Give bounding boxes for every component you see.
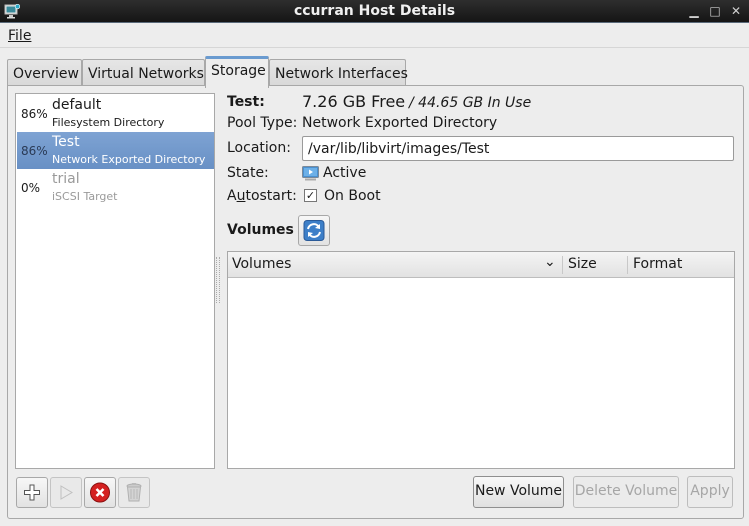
column-header-size[interactable]: Size: [568, 256, 597, 272]
location-label: Location:: [227, 140, 291, 156]
pool-item-trial[interactable]: 0% trial iSCSI Target: [17, 169, 214, 206]
maximize-icon: □: [709, 4, 721, 18]
pool-type: Network Exported Directory: [52, 153, 206, 166]
pool-type: Filesystem Directory: [52, 116, 165, 129]
state-active-icon: [302, 166, 319, 181]
pool-name: trial: [52, 171, 80, 187]
trash-icon: [126, 483, 142, 502]
tab-overview[interactable]: Overview: [7, 59, 82, 87]
state-value: Active: [323, 165, 367, 181]
close-icon: ✕: [730, 4, 742, 18]
maximize-button[interactable]: □: [707, 3, 723, 19]
delete-pool-button[interactable]: [118, 477, 150, 508]
apply-button[interactable]: Apply: [687, 476, 733, 508]
column-header-volumes[interactable]: Volumes: [232, 256, 291, 272]
menu-bar: File: [0, 24, 749, 48]
volumes-section-label: Volumes: [227, 222, 294, 238]
pool-list[interactable]: 86% default Filesystem Directory 86% Tes…: [15, 93, 215, 469]
pool-type-label: Pool Type:: [227, 115, 298, 131]
pool-name: Test: [52, 134, 80, 150]
state-label: State:: [227, 165, 269, 181]
volumes-table[interactable]: Volumes ⌄ Size Format: [227, 251, 735, 469]
add-pool-button[interactable]: [16, 477, 48, 508]
pool-usage-percent: 0%: [21, 181, 41, 195]
tab-storage[interactable]: Storage: [205, 56, 269, 88]
pool-item-default[interactable]: 86% default Filesystem Directory: [17, 95, 214, 132]
column-separator[interactable]: [562, 256, 563, 274]
refresh-volumes-button[interactable]: [298, 215, 330, 246]
start-pool-button[interactable]: [50, 477, 82, 508]
pool-in-use: / 44.65 GB In Use: [409, 95, 532, 111]
close-button[interactable]: ✕: [728, 3, 744, 19]
delete-volume-button[interactable]: Delete Volume: [573, 476, 679, 508]
stop-icon: [90, 482, 110, 503]
tab-virtual-networks[interactable]: Virtual Networks: [82, 59, 205, 87]
sort-chevron-down-icon: ⌄: [544, 254, 556, 270]
refresh-icon: [303, 220, 325, 241]
column-separator[interactable]: [627, 256, 628, 274]
autostart-checkbox[interactable]: ✓: [304, 189, 317, 202]
pool-name: default: [52, 97, 102, 113]
menu-file-label: File: [8, 28, 32, 44]
autostart-value: On Boot: [324, 188, 381, 204]
checkmark-icon: ✓: [305, 189, 316, 202]
autostart-label: Autostart:: [227, 188, 297, 204]
stop-pool-button[interactable]: [84, 477, 116, 508]
new-volume-label: New Volume: [474, 483, 563, 499]
pool-free-space: 7.26 GB Free: [302, 92, 406, 111]
apply-label: Apply: [690, 483, 730, 499]
pool-usage-percent: 86%: [21, 144, 48, 158]
column-header-format[interactable]: Format: [633, 256, 682, 272]
volumes-table-header: Volumes ⌄ Size Format: [228, 252, 734, 278]
tab-storage-label: Storage: [211, 63, 266, 79]
new-volume-button[interactable]: New Volume: [473, 476, 564, 508]
play-icon: [60, 485, 73, 500]
pool-item-test[interactable]: 86% Test Network Exported Directory: [17, 132, 214, 169]
pool-usage-percent: 86%: [21, 107, 48, 121]
location-field[interactable]: [302, 136, 734, 161]
pool-name-label: Test:: [227, 94, 265, 110]
pane-resize-handle[interactable]: [216, 257, 220, 303]
window-title: ccurran Host Details: [293, 3, 456, 19]
delete-volume-label: Delete Volume: [574, 483, 678, 499]
tab-overview-label: Overview: [13, 66, 79, 82]
tab-network-interfaces[interactable]: Network Interfaces: [269, 59, 408, 87]
minimize-icon: ▁: [689, 4, 699, 18]
tab-network-interfaces-label: Network Interfaces: [275, 66, 408, 82]
title-bar: ccurran Host Details ▁ □ ✕: [0, 0, 749, 23]
plus-icon: [24, 484, 40, 501]
minimize-button[interactable]: ▁: [686, 3, 702, 19]
pool-type: iSCSI Target: [52, 190, 118, 203]
tab-virtual-networks-label: Virtual Networks: [88, 66, 204, 82]
pool-type-value: Network Exported Directory: [302, 115, 498, 131]
menu-file[interactable]: File: [8, 28, 31, 44]
